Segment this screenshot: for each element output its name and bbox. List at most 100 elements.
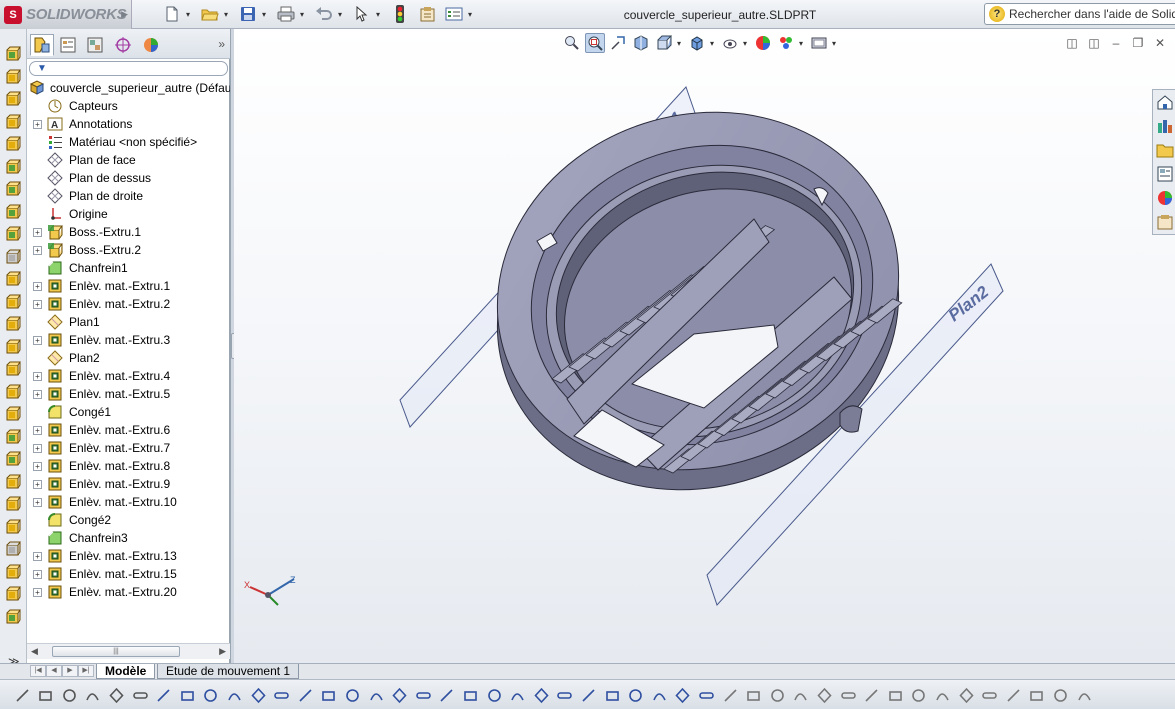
tile-right-icon[interactable]: ◫ — [1087, 36, 1101, 50]
options-dropdown[interactable]: ▾ — [466, 10, 474, 19]
feature-tree-hscrollbar[interactable]: ◀ ||| ▶ — [27, 643, 230, 659]
hide-show-items-icon[interactable] — [720, 33, 740, 53]
tree-item[interactable]: + Enlèv. mat.-Extru.4 — [27, 367, 230, 385]
spline-slot-icon[interactable] — [342, 685, 362, 705]
select-icon[interactable] — [12, 685, 32, 705]
last-tab-icon[interactable]: ▶| — [78, 665, 94, 677]
expand-toggle-icon[interactable]: + — [33, 570, 42, 579]
tree-item[interactable]: + Enlèv. mat.-Extru.13 — [27, 547, 230, 565]
print-icon[interactable] — [276, 4, 296, 24]
mirror-entities-icon[interactable] — [696, 685, 716, 705]
tree-item[interactable]: + Enlèv. mat.-Extru.5 — [27, 385, 230, 403]
rebuild-traffic-light-icon[interactable] — [390, 4, 410, 24]
tree-item[interactable]: + Enlèv. mat.-Extru.7 — [27, 439, 230, 457]
extend-icon[interactable] — [838, 685, 858, 705]
tree-item[interactable]: Chanfrein1 — [27, 259, 230, 277]
restore-icon[interactable]: ❐ — [1131, 36, 1145, 50]
file-properties-icon[interactable] — [418, 4, 438, 24]
tree-item[interactable]: + Enlèv. mat.-Extru.3 — [27, 331, 230, 349]
prev-tab-icon[interactable]: ◀ — [46, 665, 62, 677]
tab-configuration-manager[interactable] — [83, 34, 107, 56]
edit-sketch-icon[interactable] — [130, 685, 150, 705]
tree-item[interactable]: + Boss.-Extru.2 — [27, 241, 230, 259]
circle-icon[interactable] — [390, 685, 410, 705]
spline-u-icon[interactable] — [555, 685, 575, 705]
file-explorer-icon[interactable] — [1156, 141, 1174, 159]
solidworks-menu-button[interactable]: S SOLIDWORKS ▶ — [0, 0, 132, 29]
cut-extrude-icon[interactable] — [5, 158, 21, 174]
tree-item[interactable]: Plan de droite — [27, 187, 230, 205]
apply-scene-dropdown[interactable]: ▾ — [799, 39, 806, 48]
help-search-box[interactable]: ? Rechercher dans l'aide de SolidWorks — [984, 3, 1175, 25]
spline-icon[interactable] — [578, 685, 598, 705]
diamond-icon[interactable] — [248, 685, 268, 705]
undo-icon[interactable] — [314, 4, 334, 24]
display-style-icon[interactable] — [687, 33, 707, 53]
print-dropdown[interactable]: ▾ — [298, 10, 306, 19]
expand-toggle-icon[interactable]: + — [33, 588, 42, 597]
view-orientation-dropdown[interactable]: ▾ — [677, 39, 684, 48]
cut-revolve-icon[interactable] — [5, 180, 21, 196]
tree-item[interactable]: + Enlèv. mat.-Extru.20 — [27, 583, 230, 601]
boss-extrude-icon[interactable] — [5, 45, 21, 61]
close-icon[interactable]: ✕ — [1153, 36, 1167, 50]
hole-wizard-icon[interactable] — [5, 518, 21, 534]
sweep-icon[interactable] — [5, 90, 21, 106]
tab-display-manager[interactable] — [139, 34, 163, 56]
open-dropdown[interactable]: ▾ — [222, 10, 230, 19]
scroll-left-icon[interactable]: ◀ — [31, 646, 38, 657]
tree-item[interactable]: Plan2 — [27, 349, 230, 367]
tree-item[interactable]: + Enlèv. mat.-Extru.9 — [27, 475, 230, 493]
edit-appearance-icon[interactable] — [753, 33, 773, 53]
smart-dim-off-icon[interactable] — [106, 685, 126, 705]
select-cursor-icon[interactable] — [352, 4, 372, 24]
text-icon[interactable] — [673, 685, 693, 705]
tree-item[interactable]: + Enlèv. mat.-Extru.10 — [27, 493, 230, 511]
tile-left-icon[interactable]: ◫ — [1065, 36, 1079, 50]
construction-icon[interactable] — [885, 685, 905, 705]
instant3d-icon[interactable] — [5, 473, 21, 489]
custom-properties-icon[interactable] — [1156, 213, 1174, 231]
tree-item[interactable]: Plan de face — [27, 151, 230, 169]
linear-pattern-icon[interactable] — [5, 293, 21, 309]
display-style-dropdown[interactable]: ▾ — [710, 39, 717, 48]
tree-item[interactable]: + Boss.-Extru.1 — [27, 223, 230, 241]
expand-toggle-icon[interactable]: + — [33, 336, 42, 345]
tree-item[interactable]: Matériau <non spécifié> — [27, 133, 230, 151]
appearances-icon[interactable] — [1156, 189, 1174, 207]
polygon-icon[interactable] — [224, 685, 244, 705]
ellipse-arc-icon[interactable] — [366, 685, 386, 705]
loft-icon[interactable] — [5, 113, 21, 129]
repair-icon[interactable] — [1074, 685, 1094, 705]
move-icon[interactable] — [956, 685, 976, 705]
open-folder-icon[interactable] — [200, 4, 220, 24]
tree-item[interactable]: Congé2 — [27, 511, 230, 529]
tree-item[interactable]: Plan de dessus — [27, 169, 230, 187]
minimize-icon[interactable]: – — [1109, 36, 1123, 50]
parabola-icon[interactable] — [531, 685, 551, 705]
tree-item[interactable]: Capteurs — [27, 97, 230, 115]
parallelogram-icon[interactable] — [272, 685, 292, 705]
tree-root-part[interactable]: couvercle_superieur_autre (Défaut<<Défau… — [27, 79, 302, 97]
expand-toggle-icon[interactable]: + — [33, 246, 42, 255]
expand-toggle-icon[interactable]: + — [33, 228, 42, 237]
tree-item[interactable]: + Enlèv. mat.-Extru.8 — [27, 457, 230, 475]
expand-toggle-icon[interactable]: + — [33, 480, 42, 489]
dome-icon[interactable] — [5, 540, 21, 556]
expand-toggle-icon[interactable]: + — [33, 390, 42, 399]
convert-entities-icon[interactable] — [791, 685, 811, 705]
mirror-icon[interactable] — [5, 495, 21, 511]
tree-item[interactable]: Chanfrein3 — [27, 529, 230, 547]
point-icon[interactable] — [626, 685, 646, 705]
solidworks-resources-icon[interactable] — [1156, 93, 1174, 111]
select-dropdown[interactable]: ▾ — [374, 10, 382, 19]
ellipse-icon[interactable] — [508, 685, 528, 705]
boundary-icon[interactable] — [5, 135, 21, 151]
grid-icon[interactable] — [36, 685, 56, 705]
scroll-thumb[interactable]: ||| — [52, 646, 180, 657]
view-orientation-icon[interactable] — [654, 33, 674, 53]
freeform-icon[interactable] — [5, 608, 21, 624]
apply-scene-icon[interactable] — [776, 33, 796, 53]
expand-toggle-icon[interactable]: + — [33, 462, 42, 471]
rectangle-icon[interactable] — [177, 685, 197, 705]
